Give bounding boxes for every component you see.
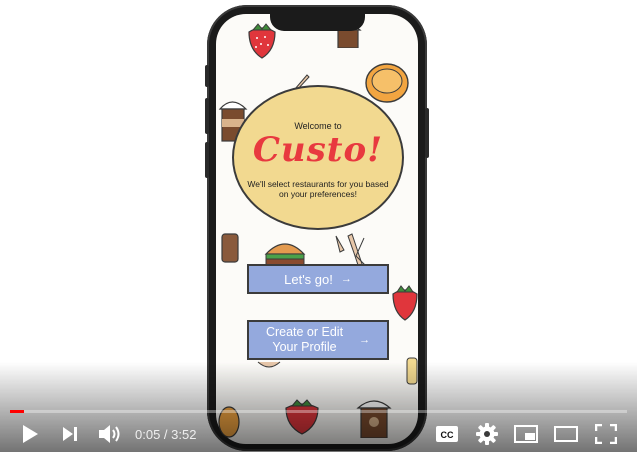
miniplayer-icon	[514, 425, 538, 443]
fullscreen-button[interactable]	[592, 421, 620, 447]
miniplayer-button[interactable]	[512, 421, 540, 447]
play-icon	[23, 425, 38, 443]
current-time: 0:05	[135, 427, 161, 442]
edit-profile-button[interactable]: Create or Edit Your Profile →	[247, 320, 389, 360]
cc-label: CC	[441, 430, 454, 440]
progress-bar[interactable]	[10, 410, 627, 413]
arrow-right-icon: →	[359, 333, 371, 346]
arrow-right-icon: →	[340, 273, 352, 285]
settings-button[interactable]	[474, 421, 500, 447]
donut-icon	[365, 63, 409, 103]
video-frame[interactable]: Welcome to Custo! We'll select restauran…	[0, 0, 637, 452]
volume-icon	[99, 425, 120, 443]
strawberry-icon	[392, 285, 418, 321]
phone-side-button	[205, 142, 209, 178]
lets-go-button[interactable]: Let's go! →	[247, 264, 389, 294]
volume-button[interactable]	[95, 421, 125, 447]
tagline: We'll select restaurants for you based o…	[247, 179, 389, 199]
time-display: 0:05 / 3:52	[135, 427, 196, 442]
next-button[interactable]	[56, 421, 84, 447]
bread-icon	[221, 233, 239, 263]
theater-mode-button[interactable]	[552, 421, 580, 447]
settings-icon	[476, 423, 498, 445]
lets-go-label: Let's go!	[284, 271, 333, 287]
time-separator: /	[160, 427, 172, 442]
edit-profile-label-line1: Create or Edit	[265, 325, 344, 339]
duration: 3:52	[171, 427, 197, 442]
captions-button[interactable]: CC	[434, 421, 460, 447]
theater-icon	[554, 426, 578, 442]
fullscreen-icon	[595, 424, 617, 444]
next-icon	[63, 427, 77, 441]
phone-side-button	[205, 98, 209, 134]
phone-notch	[270, 11, 365, 31]
brand-logo: Custo!	[252, 130, 384, 170]
progress-played	[10, 410, 24, 413]
edit-profile-label-line2: Your Profile	[272, 340, 337, 354]
play-button[interactable]	[16, 421, 44, 447]
phone-power-button	[425, 108, 429, 158]
cc-icon: CC	[436, 426, 458, 442]
phone-side-button	[205, 65, 209, 87]
